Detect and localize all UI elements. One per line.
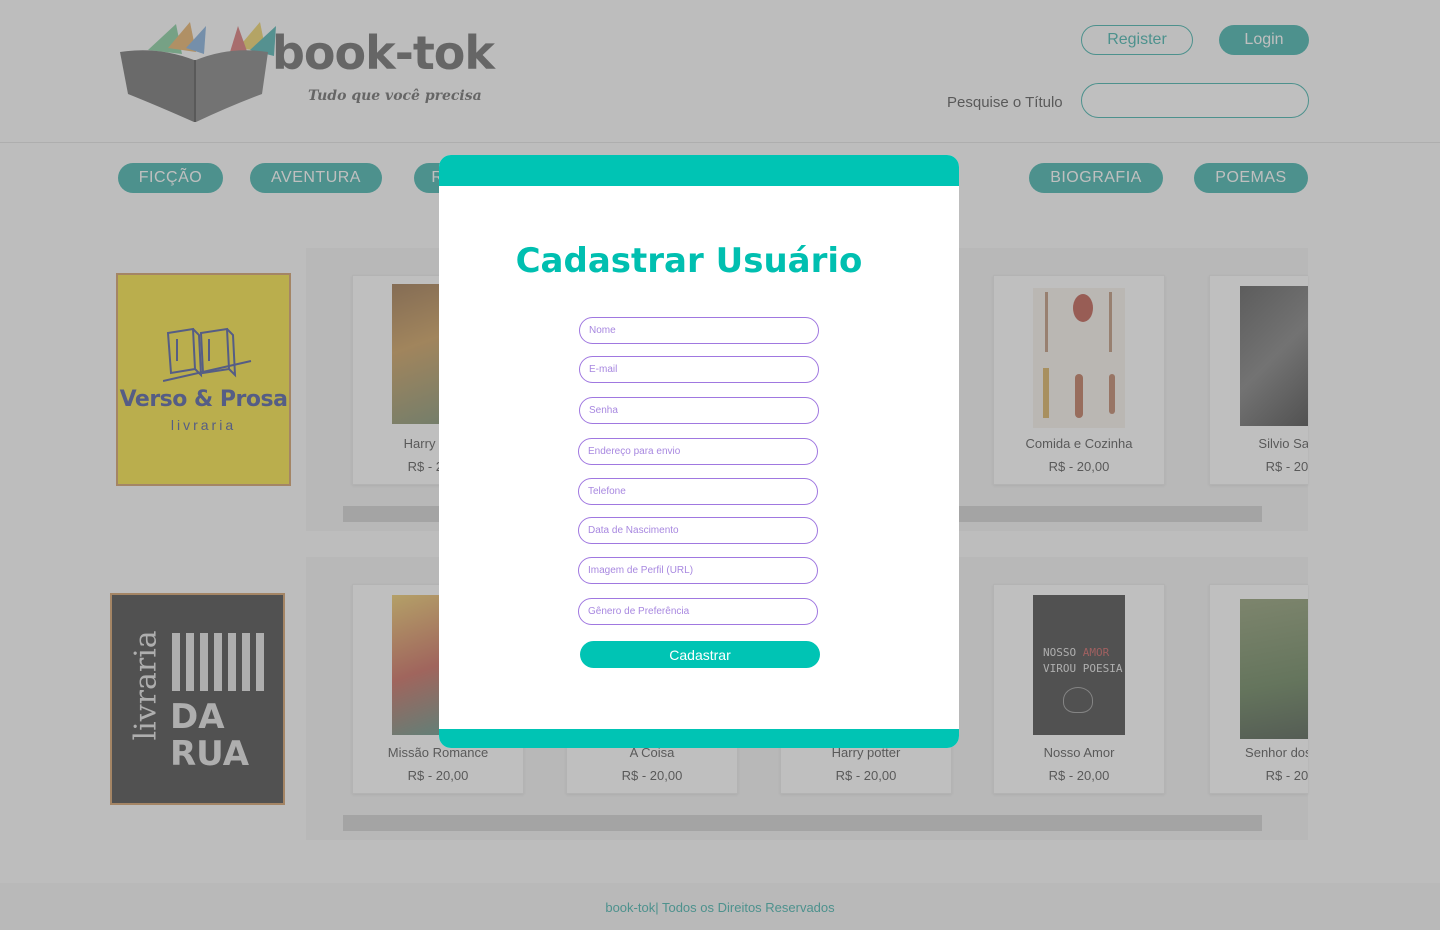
name-field[interactable] <box>579 317 819 344</box>
shipping-address-field[interactable] <box>578 438 818 465</box>
modal-title: Cadastrar Usuário <box>515 241 863 281</box>
profile-image-url-field[interactable] <box>578 557 818 584</box>
register-user-modal: Cadastrar Usuário Cadastrar <box>439 155 959 748</box>
preferred-genre-field[interactable] <box>578 598 818 625</box>
phone-field[interactable] <box>578 478 818 505</box>
password-field[interactable] <box>579 397 819 424</box>
email-field[interactable] <box>579 356 819 383</box>
birthdate-field[interactable] <box>578 517 818 544</box>
modal-top-bar <box>439 155 959 186</box>
register-submit-button[interactable]: Cadastrar <box>580 641 820 668</box>
modal-bottom-bar <box>439 729 959 748</box>
